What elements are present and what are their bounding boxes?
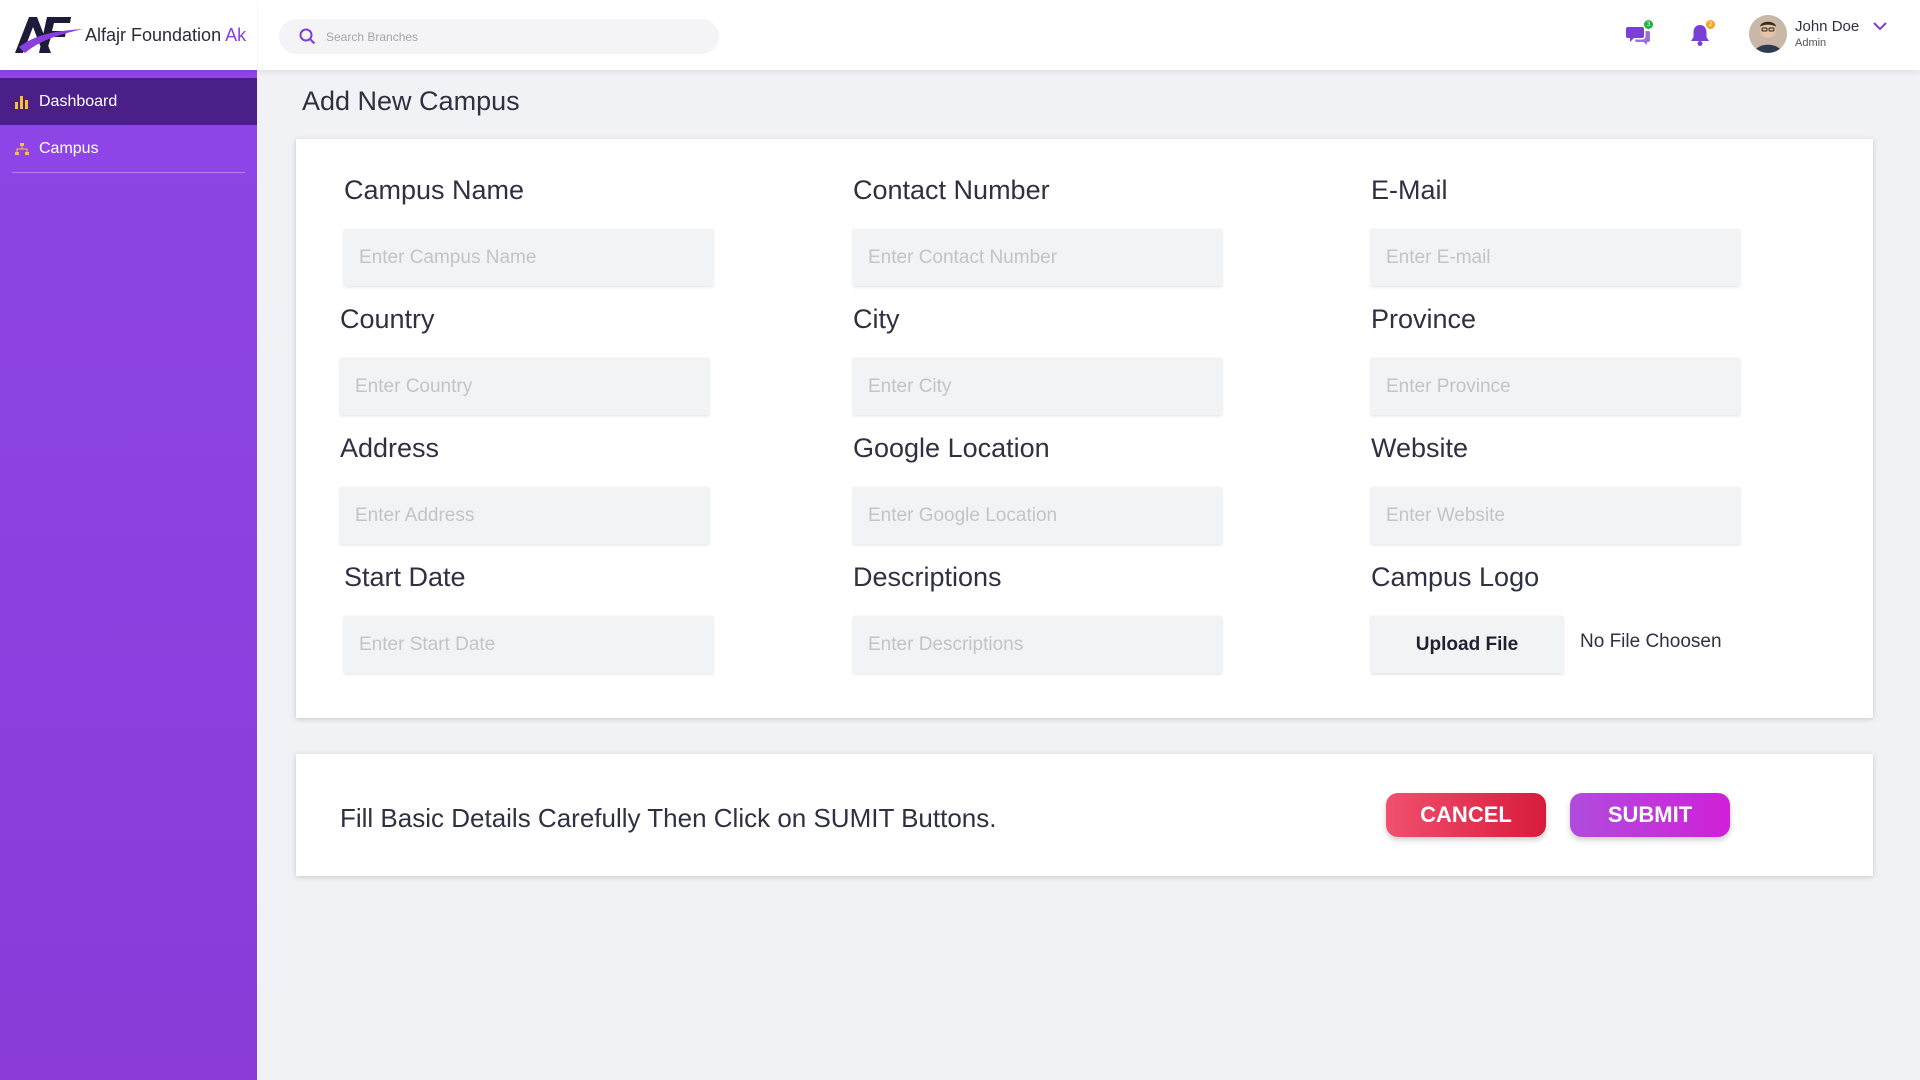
submit-button[interactable]: SUBMIT bbox=[1570, 793, 1730, 837]
cancel-button[interactable]: CANCEL bbox=[1386, 793, 1546, 837]
search-icon bbox=[299, 28, 316, 45]
sidebar-nav: Dashboard Campus bbox=[0, 78, 257, 173]
sidebar-item-label: Campus bbox=[39, 139, 99, 157]
campus-logo-field: Campus Logo Upload File No File Choosen bbox=[1371, 562, 1722, 673]
topbar: 3 2 John Doe Admin bbox=[257, 0, 1920, 70]
brand[interactable]: Alfajr Foundation Ak bbox=[0, 0, 257, 70]
province-field: Province bbox=[1371, 304, 1740, 415]
descriptions-label: Descriptions bbox=[853, 562, 1002, 592]
user-menu[interactable]: John Doe Admin bbox=[1749, 15, 1887, 53]
country-field: Country bbox=[340, 304, 709, 415]
brand-name-text: Alfajr Foundation bbox=[85, 24, 222, 45]
page-title: Add New Campus bbox=[302, 86, 520, 116]
google-location-field: Google Location bbox=[853, 433, 1222, 544]
campus-name-input[interactable] bbox=[344, 229, 713, 286]
descriptions-field: Descriptions bbox=[853, 562, 1222, 673]
email-label: E-Mail bbox=[1371, 175, 1448, 205]
address-label: Address bbox=[340, 433, 440, 463]
user-info: John Doe Admin bbox=[1795, 17, 1860, 50]
search-bar[interactable] bbox=[279, 19, 719, 54]
country-input[interactable] bbox=[340, 358, 709, 415]
notifications-button[interactable]: 2 bbox=[1687, 20, 1715, 50]
email-field: E-Mail bbox=[1371, 175, 1740, 286]
address-field: Address bbox=[340, 433, 709, 544]
campus-name-field: Campus Name bbox=[344, 175, 713, 286]
start-date-input[interactable] bbox=[344, 616, 713, 673]
sidebar-item-dashboard[interactable]: Dashboard bbox=[0, 78, 257, 125]
province-label: Province bbox=[1371, 304, 1477, 334]
descriptions-input[interactable] bbox=[853, 616, 1222, 673]
brand-suffix: Ak bbox=[225, 24, 247, 45]
upload-file-button[interactable]: Upload File bbox=[1371, 616, 1563, 673]
website-field: Website bbox=[1371, 433, 1740, 544]
user-name: John Doe bbox=[1795, 17, 1860, 35]
province-input[interactable] bbox=[1371, 358, 1740, 415]
email-input[interactable] bbox=[1371, 229, 1740, 286]
campus-name-label: Campus Name bbox=[344, 175, 525, 205]
contact-number-input[interactable] bbox=[853, 229, 1222, 286]
campus-logo-label: Campus Logo bbox=[1371, 562, 1540, 592]
notifications-count-badge: 2 bbox=[1706, 20, 1715, 29]
sidebar-item-campus[interactable]: Campus bbox=[12, 125, 245, 173]
city-field: City bbox=[853, 304, 1222, 415]
avatar bbox=[1749, 15, 1787, 53]
brand-logo-icon bbox=[15, 17, 83, 53]
city-input[interactable] bbox=[853, 358, 1222, 415]
google-location-label: Google Location bbox=[853, 433, 1050, 463]
country-label: Country bbox=[340, 304, 435, 334]
chevron-down-icon bbox=[1873, 21, 1887, 30]
form-hint-text: Fill Basic Details Carefully Then Click … bbox=[340, 803, 997, 833]
sidebar-item-label: Dashboard bbox=[39, 92, 118, 110]
start-date-label: Start Date bbox=[344, 562, 466, 592]
brand-name: Alfajr Foundation Ak bbox=[85, 25, 246, 46]
contact-number-field: Contact Number bbox=[853, 175, 1222, 286]
start-date-field: Start Date bbox=[344, 562, 713, 673]
website-input[interactable] bbox=[1371, 487, 1740, 544]
campus-form-card: Campus Name Contact Number E-Mail Countr… bbox=[296, 139, 1873, 718]
search-input[interactable] bbox=[326, 29, 706, 44]
sitemap-icon bbox=[13, 140, 31, 158]
address-input[interactable] bbox=[340, 487, 709, 544]
upload-row: Upload File No File Choosen bbox=[1371, 616, 1722, 673]
website-label: Website bbox=[1371, 433, 1469, 463]
user-role: Admin bbox=[1795, 37, 1827, 50]
bar-chart-icon bbox=[13, 93, 31, 111]
messages-button[interactable]: 3 bbox=[1625, 20, 1653, 50]
city-label: City bbox=[853, 304, 900, 334]
contact-number-label: Contact Number bbox=[853, 175, 1050, 205]
file-status-text: No File Choosen bbox=[1580, 630, 1722, 652]
form-actions-card: Fill Basic Details Carefully Then Click … bbox=[296, 754, 1873, 876]
sidebar: Alfajr Foundation Ak Dashboard Campus bbox=[0, 0, 257, 1080]
google-location-input[interactable] bbox=[853, 487, 1222, 544]
messages-count-badge: 3 bbox=[1644, 20, 1653, 29]
